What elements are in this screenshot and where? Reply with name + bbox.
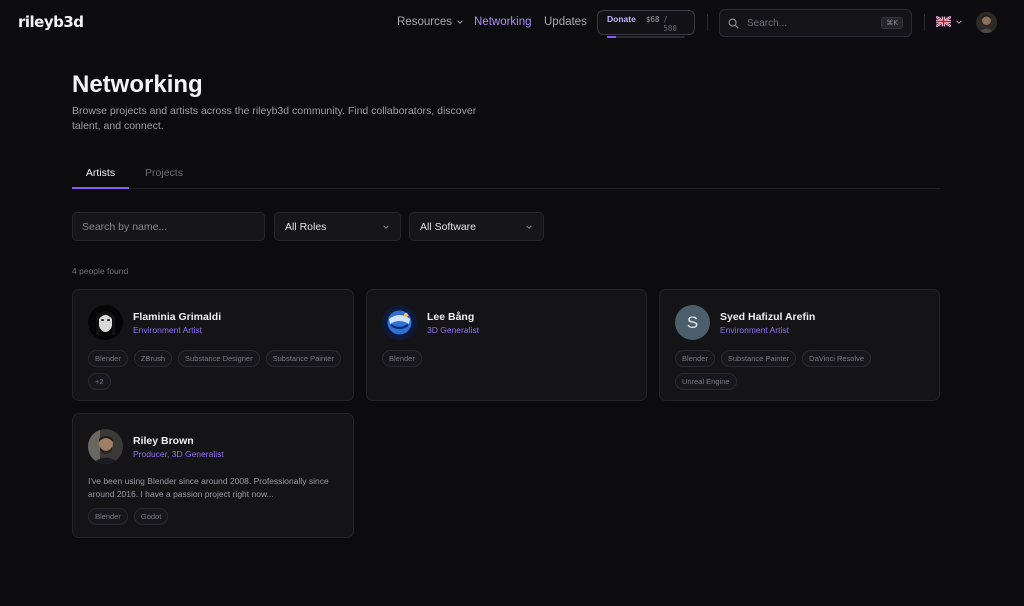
chevron-down-icon [956,19,962,24]
nav-resources[interactable]: Resources [397,16,464,28]
tab-artists[interactable]: Artists [72,160,129,189]
artist-role: Producer, 3D Generalist [133,449,224,459]
tab-bar: Artists Projects [72,160,940,189]
divider [707,14,708,31]
avatar-initial: S [686,312,699,332]
chevron-down-icon [526,224,532,229]
artist-role: 3D Generalist [427,325,479,335]
software-tag: DaVinci Resolve [802,350,872,367]
page-description: Browse projects and artists across the r… [72,105,477,132]
donate-progress-fill [607,36,617,38]
donate-amount: $68 [645,15,660,24]
donate-goal: / 580 [663,15,677,33]
artist-avatar [88,305,123,340]
donate-button[interactable]: Donate $68 / 580 [597,10,695,38]
software-tags: Blender Godot [88,508,343,525]
artist-name: Riley Brown [133,435,194,447]
nav-resources-label: Resources [397,16,452,28]
artist-name: Lee Bång [427,311,475,323]
top-navbar: rileyb3d Resources Networking Updates Do… [0,0,1024,44]
artist-avatar-image [88,429,123,464]
tab-projects[interactable]: Projects [134,160,194,189]
uk-flag-icon [936,16,951,27]
search-shortcut-badge: ⌘K [881,17,903,29]
software-tag: Substance Designer [178,350,260,367]
chevron-down-icon [457,20,463,24]
artist-name: Syed Hafizul Arefin [720,311,816,323]
nav-networking-label: Networking [474,16,532,28]
user-avatar[interactable] [976,12,997,33]
roles-select[interactable]: All Roles [274,212,401,241]
software-tags: Blender [382,350,637,367]
software-tags: Blender ZBrush Substance Designer Substa… [88,350,343,390]
artist-card[interactable]: Riley Brown Producer, 3D Generalist I've… [72,413,354,538]
artist-avatar-image [88,305,123,340]
artist-name: Flaminia Grimaldi [133,311,222,323]
site-logo[interactable]: rileyb3d [18,13,84,31]
nav-updates[interactable]: Updates [544,16,587,28]
artist-avatar [88,429,123,464]
language-selector[interactable] [936,16,963,27]
page-title: Networking [72,71,203,98]
nav-updates-label: Updates [544,16,587,28]
software-select-value: All Software [420,220,477,233]
donate-label: Donate [607,14,636,24]
roles-select-value: All Roles [285,220,327,233]
software-tag: Blender [88,508,128,525]
artist-card[interactable]: S Syed Hafizul Arefin Environment Artist… [659,289,940,401]
artist-card[interactable]: Lee Bång 3D Generalist Blender [366,289,647,401]
software-tag: Blender [88,350,128,367]
software-tag: ZBrush [133,350,173,367]
artist-avatar [382,305,417,340]
more-tags-badge: +2 [88,373,111,390]
artist-avatar: S [675,305,710,340]
software-select[interactable]: All Software [409,212,544,241]
user-avatar-image [976,12,997,33]
software-tag: Substance Painter [265,350,341,367]
results-count: 4 people found [72,266,129,276]
artist-card[interactable]: Flaminia Grimaldi Environment Artist Ble… [72,289,354,401]
global-search[interactable]: ⌘K [719,9,912,37]
software-tag: Unreal Engine [675,373,737,390]
software-tag: Substance Painter [720,350,797,367]
software-tags: Blender Substance Painter DaVinci Resolv… [675,350,905,390]
search-icon [728,18,739,29]
software-tag: Blender [675,350,715,367]
artist-role: Environment Artist [133,325,202,335]
nav-networking[interactable]: Networking [474,16,532,28]
artist-bio: I've been using Blender since around 200… [88,476,329,499]
divider [924,14,925,31]
chevron-down-icon [383,224,389,229]
software-tag: Blender [382,350,422,367]
donate-progress-bar [607,36,685,38]
global-search-input[interactable] [747,17,867,29]
artist-role: Environment Artist [720,325,789,335]
software-tag: Godot [133,508,169,525]
name-search-input[interactable] [72,212,265,241]
artist-avatar-image [382,305,417,340]
